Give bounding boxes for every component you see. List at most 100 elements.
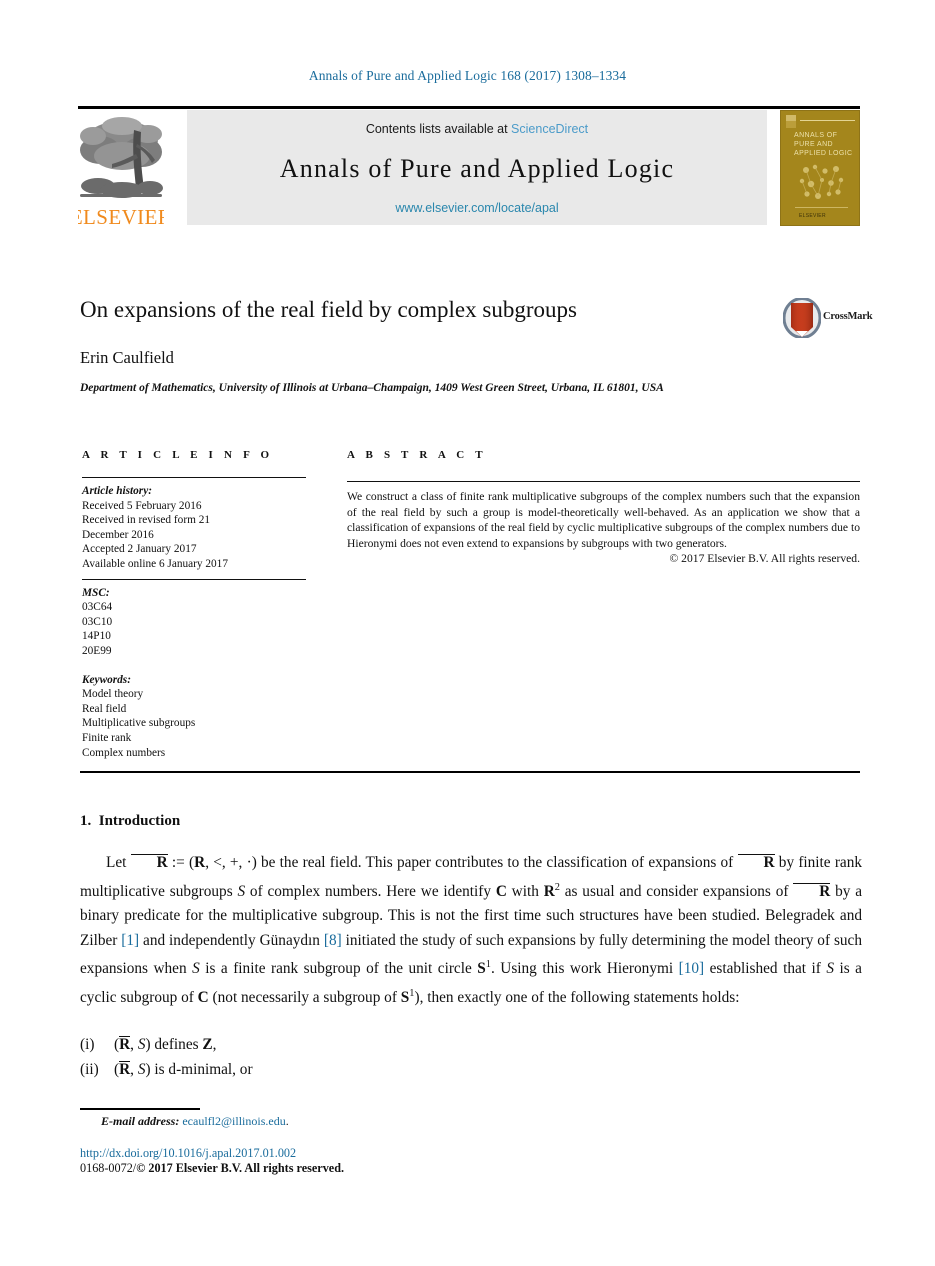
keyword: Model theory [82,688,144,701]
msc-code: 20E99 [82,644,112,657]
crossmark-label: CrossMark [823,311,873,322]
author-affiliation: Department of Mathematics, University of… [80,382,664,394]
email-period: . [285,1114,289,1128]
masthead-top-rule [78,106,860,109]
sciencedirect-link[interactable]: ScienceDirect [511,122,588,136]
keyword: Complex numbers [82,746,166,759]
history-line: December 2016 [82,528,154,541]
msc-label: MSC: [82,586,110,599]
intro-paragraph: Let R := (R, <, +, ·) be the real field.… [80,851,862,1011]
section-number: 1. [80,813,92,829]
history-line: Received 5 February 2016 [82,499,202,512]
email-link[interactable]: ecaulfl2@illinois.edu [182,1114,285,1128]
footnote-rule [80,1108,200,1110]
math-rbar: R [119,1060,131,1078]
elsevier-logo: ELSEVIER [70,110,172,230]
text-run: established that if [704,960,827,978]
text-run: Let [106,854,131,871]
list-marker: (i) [80,1036,95,1053]
author-name: Erin Caulfield [80,348,174,367]
math-circle: S [477,960,486,978]
keywords-label: Keywords: [82,673,131,686]
issn-copyright-line: 0168-0072/© 2017 Elsevier B.V. All right… [80,1161,344,1176]
text-run: ) is d-minimal, or [145,1060,253,1078]
text-run: of complex numbers. Here we identify [245,882,496,900]
math-r: R [543,882,555,900]
math-s: S [237,882,246,900]
running-head: Annals of Pure and Applied Logic 168 (20… [308,68,627,83]
contents-lists-text: Contents lists available at [365,122,512,136]
cover-artwork [799,164,844,199]
section-heading: 1. Introduction [80,813,180,830]
journal-title: Annals of Pure and Applied Logic [279,153,675,183]
keyword: Real field [82,702,127,715]
doi-link[interactable]: http://dx.doi.org/10.1016/j.apal.2017.01… [80,1146,296,1161]
text-run: (not necessarily a subgroup of [208,989,401,1007]
cover-bottom-rule [795,207,848,208]
cover-footer-text: ELSEVIER [799,213,826,219]
page-title: On expansions of the real field by compl… [80,297,577,322]
math-rbar: R [130,854,168,870]
math-c: C [495,882,507,900]
paper-page: Annals of Pure and Applied Logic 168 (20… [0,0,935,1266]
journal-cover-thumbnail[interactable]: Annals of Pure and Applied Logic [780,110,860,226]
svg-text:ELSEVIER: ELSEVIER [78,205,164,229]
text-run: , [212,1036,217,1053]
text-run: ), then exactly one of the following sta… [414,989,740,1007]
text-run: with [506,882,544,900]
citation-link[interactable]: [10] [679,961,705,978]
crossmark-badge[interactable]: CrossMark [783,298,873,338]
list-content: (R, S) is d-minimal, or [114,1058,253,1083]
contents-lists-line: Contents lists available at ScienceDirec… [366,122,588,136]
math-rbar: R [737,854,775,870]
math-rbar: R [793,882,831,899]
math-rbar: R [119,1036,131,1053]
list-content: (R, S) defines Z, [114,1033,216,1058]
math-z: Z [202,1036,213,1053]
journal-homepage-link[interactable]: www.elsevier.com/locate/apal [395,201,558,215]
abstract-column: We construct a class of finite rank mult… [347,477,860,565]
email-footnote: E-mail address: ecaulfl2@illinois.edu. [101,1114,289,1129]
text-run: as usual and consider expansions of [559,882,794,900]
article-info-heading: A R T I C L E I N F O [82,449,274,461]
cover-title: Annals of Pure and Applied Logic [794,132,853,157]
abstract-heading: A B S T R A C T [347,449,487,461]
citation-link[interactable]: [8] [324,932,342,949]
text-run: ) defines [145,1036,203,1053]
article-info-column: Article history: Received 5 February 201… [82,477,306,760]
abstract-rule [347,481,860,482]
keyword: Finite rank [82,731,132,744]
text-run: is a finite rank subgroup of the unit ci… [199,960,478,978]
text-run: . Using this work Hieronymi [490,960,679,978]
math-c: C [197,989,209,1007]
math-r: R [194,854,206,871]
text-run: , <, +, ·) be the real field. This paper… [205,854,738,871]
history-line: Available online 6 January 2017 [82,557,228,570]
article-history-label: Article history: [82,485,152,497]
history-line: Received in revised form 21 [82,514,210,527]
info-rule-1 [82,477,306,478]
info-rule-2 [82,578,306,580]
keywords-group: Keywords: Model theory Real field Multip… [82,673,306,761]
math-s: S [192,960,200,978]
text-run: := ( [167,854,195,871]
article-history-group: Article history: Received 5 February 201… [82,484,306,572]
msc-code: 03C10 [82,615,113,628]
keyword: Multiplicative subgroups [82,717,196,730]
math-circle: S [400,989,410,1007]
issn-copyright: © 2017 Elsevier B.V. All rights reserved… [136,1161,345,1175]
text-run: , [130,1060,138,1078]
section-separator-rule [80,771,860,774]
email-label: E-mail address: [101,1114,180,1128]
msc-code: 03C64 [82,601,113,614]
masthead-panel: Contents lists available at ScienceDirec… [187,110,767,225]
statement-list: (i) (R, S) defines Z, (ii) (R, S) is d-m… [80,1033,680,1082]
citation-link[interactable]: [1] [121,932,139,949]
history-line: Accepted 2 January 2017 [82,543,197,556]
abstract-copyright: © 2017 Elsevier B.V. All rights reserved… [669,552,860,566]
msc-group: MSC: 03C64 03C10 14P10 20E99 [82,586,306,659]
math-s: S [826,960,834,978]
list-marker: (ii) [80,1060,99,1078]
text-run: and independently Günaydın [139,931,324,949]
msc-code: 14P10 [82,630,111,643]
